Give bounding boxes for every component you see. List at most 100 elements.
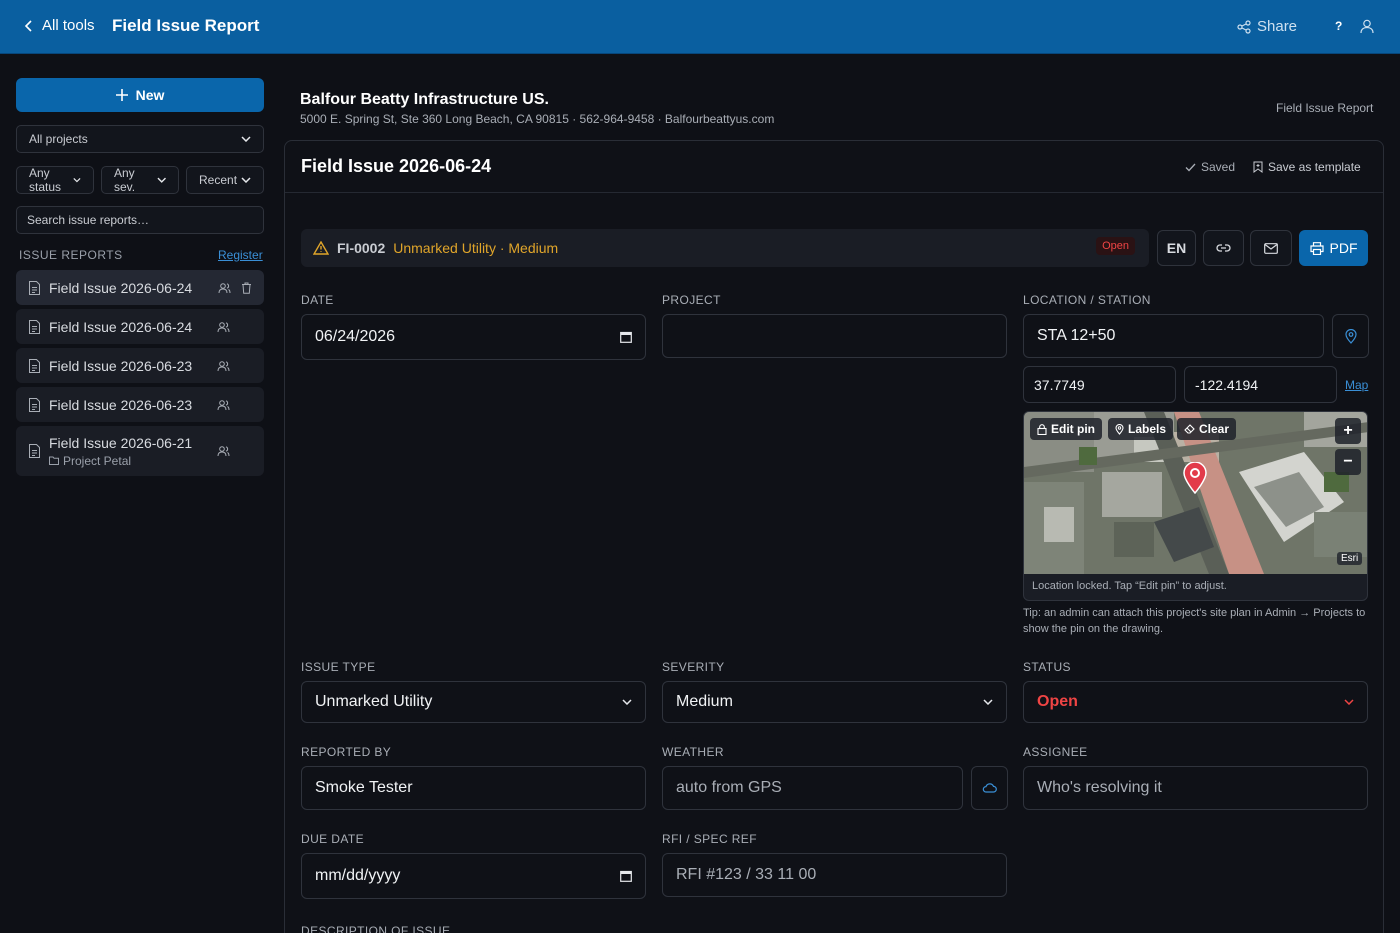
date-value: 06/24/2026	[315, 328, 396, 345]
project-filter-select[interactable]: All projects	[16, 125, 264, 153]
language-button[interactable]: EN	[1157, 230, 1196, 266]
report-item[interactable]: Field Issue 2026-06-23	[16, 348, 264, 383]
user-account-button[interactable]	[1360, 19, 1374, 39]
location-value: STA 12+50	[1037, 327, 1116, 344]
calendar-icon[interactable]	[620, 331, 632, 343]
sort-select[interactable]: Recent	[186, 166, 264, 194]
copy-link-button[interactable]	[1203, 230, 1244, 266]
issue-code: FI-0002	[337, 240, 386, 256]
longitude-input[interactable]: -122.4194	[1184, 366, 1337, 403]
sidebar: New All projects Any status Any sev. Rec…	[0, 54, 280, 933]
location-map[interactable]: Edit pin Labels Clear + − Esri Location …	[1023, 411, 1368, 601]
report-item[interactable]: Field Issue 2026-06-24	[16, 270, 264, 305]
severity-filter-select[interactable]: Any sev.	[101, 166, 179, 194]
status-label: STATUS	[1023, 660, 1071, 674]
reported-by-value: Smoke Tester	[315, 779, 413, 796]
edit-pin-button[interactable]: Edit pin	[1030, 418, 1102, 440]
longitude-value: -122.4194	[1195, 376, 1259, 393]
location-label: LOCATION / STATION	[1023, 293, 1151, 307]
share-label: Share	[1257, 18, 1298, 35]
report-name: Field Issue 2026-06-23	[49, 396, 193, 413]
email-button[interactable]	[1250, 230, 1292, 266]
app-title: Field Issue Report	[112, 16, 260, 35]
template-label: Save as template	[1268, 160, 1361, 174]
search-input[interactable]: Search issue reports…	[16, 206, 264, 234]
chevron-down-icon	[73, 178, 81, 183]
weather-input[interactable]: auto from GPS	[662, 766, 963, 810]
new-label: New	[135, 87, 165, 103]
document-icon	[29, 280, 40, 295]
saved-label: Saved	[1201, 160, 1236, 174]
report-item[interactable]: Field Issue 2026-06-21 Project Petal	[16, 426, 264, 476]
rfi-label: RFI / SPEC REF	[662, 832, 757, 846]
date-input[interactable]: 06/24/2026	[301, 314, 646, 360]
clear-pin-button[interactable]: Clear	[1177, 418, 1237, 440]
trash-icon[interactable]	[241, 282, 252, 294]
shared-users-icon[interactable]	[217, 360, 230, 372]
due-date-placeholder: mm/dd/yyyy	[315, 867, 401, 884]
assignee-label: ASSIGNEE	[1023, 745, 1088, 759]
map-marker-icon[interactable]	[1183, 462, 1207, 494]
location-pin-icon	[1115, 423, 1124, 435]
report-card: Field Issue 2026-06-24 Saved Save as tem…	[284, 140, 1384, 933]
severity-label: SEVERITY	[662, 660, 725, 674]
location-input[interactable]: STA 12+50	[1023, 314, 1324, 358]
status-filter-select[interactable]: Any status	[16, 166, 94, 194]
issue-summary: Unmarked Utility · Medium	[393, 240, 559, 256]
help-button[interactable]: ?	[1335, 19, 1342, 33]
share-button[interactable]: Share	[1237, 18, 1297, 35]
status-value: Open	[1037, 693, 1078, 710]
shared-users-icon[interactable]	[217, 321, 230, 333]
printer-icon	[1309, 241, 1324, 255]
register-link[interactable]: Register	[218, 248, 263, 262]
rfi-input[interactable]: RFI #123 / 33 11 00	[662, 853, 1007, 897]
report-name: Field Issue 2026-06-24	[49, 279, 193, 296]
reported-by-input[interactable]: Smoke Tester	[301, 766, 646, 810]
back-label: All tools	[42, 17, 95, 34]
new-report-button[interactable]: New	[16, 78, 264, 112]
report-project: Project Petal	[49, 454, 192, 468]
locate-button[interactable]	[1332, 314, 1369, 358]
rfi-placeholder: RFI #123 / 33 11 00	[676, 866, 817, 883]
main-content: Balfour Beatty Infrastructure US. 5000 E…	[284, 54, 1400, 933]
status-badge: Open	[1096, 237, 1135, 255]
save-as-template-button[interactable]: Save as template	[1253, 160, 1361, 174]
search-placeholder: Search issue reports…	[27, 213, 150, 227]
severity-select[interactable]: Medium	[662, 681, 1007, 723]
chevron-down-icon	[622, 699, 632, 705]
map-link[interactable]: Map	[1345, 378, 1368, 392]
due-date-input[interactable]: mm/dd/yyyy	[301, 853, 646, 899]
issue-summary-bar: FI-0002 Unmarked Utility · Medium Open	[301, 229, 1149, 267]
shared-users-icon[interactable]	[217, 399, 230, 411]
company-name: Balfour Beatty Infrastructure US.	[300, 91, 549, 108]
date-label: DATE	[301, 293, 334, 307]
assignee-input[interactable]: Who's resolving it	[1023, 766, 1368, 810]
pdf-button[interactable]: PDF	[1299, 230, 1368, 266]
status-select[interactable]: Open	[1023, 681, 1368, 723]
latitude-input[interactable]: 37.7749	[1023, 366, 1176, 403]
site-plan-tip: Tip: an admin can attach this project's …	[1023, 607, 1366, 635]
fetch-weather-button[interactable]	[971, 766, 1008, 810]
zoom-out-button[interactable]: −	[1335, 449, 1361, 475]
status-filter-value: Any status	[29, 166, 62, 194]
severity-value: Medium	[676, 693, 733, 710]
calendar-icon[interactable]	[620, 870, 632, 882]
lock-icon	[1037, 423, 1047, 435]
weather-label: WEATHER	[662, 745, 724, 759]
chevron-left-icon	[24, 19, 32, 32]
back-to-all-tools[interactable]: All tools	[24, 17, 95, 34]
edit-pin-label: Edit pin	[1051, 422, 1095, 436]
card-header: Field Issue 2026-06-24 Saved Save as tem…	[285, 141, 1383, 193]
zoom-in-button[interactable]: +	[1335, 418, 1361, 444]
issue-type-select[interactable]: Unmarked Utility	[301, 681, 646, 723]
project-filter-value: All projects	[29, 132, 88, 146]
labels-toggle[interactable]: Labels	[1108, 418, 1174, 440]
sort-value: Recent	[199, 173, 238, 187]
shared-users-icon[interactable]	[217, 445, 230, 457]
chevron-down-icon	[983, 699, 993, 705]
document-icon	[29, 358, 40, 373]
report-item[interactable]: Field Issue 2026-06-24	[16, 309, 264, 344]
report-item[interactable]: Field Issue 2026-06-23	[16, 387, 264, 422]
shared-users-icon[interactable]	[218, 282, 231, 294]
project-input[interactable]	[662, 314, 1007, 358]
